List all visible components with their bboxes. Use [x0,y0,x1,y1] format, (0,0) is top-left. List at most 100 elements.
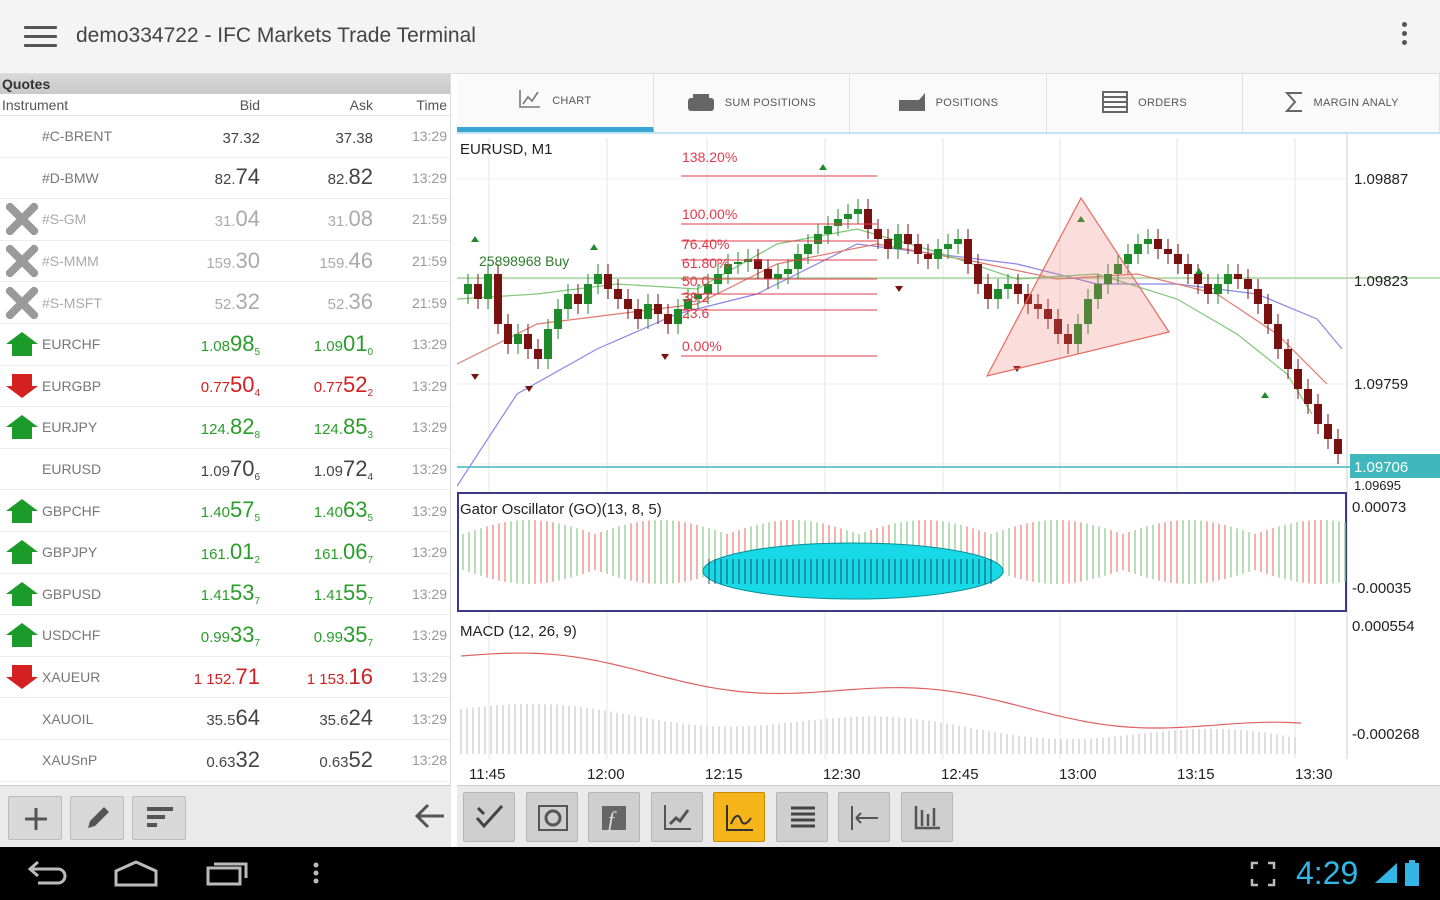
quote-row[interactable]: EURGBP 0.77504 0.77522 13:29 [0,366,450,408]
tab-orders[interactable]: ORDERS [1047,74,1244,132]
fractal-down-arrow [661,354,669,360]
tab-positions[interactable]: POSITIONS [850,74,1047,132]
chart-symbol-label: EURUSD, M1 [460,141,553,158]
zoom-button[interactable] [525,792,578,842]
function-button[interactable]: f [588,792,640,842]
candle-body [1284,349,1292,369]
bid-price: 159.30 [206,247,260,273]
bid-price: 0.77504 [200,372,260,400]
instrument-name: #S-MMM [42,253,99,270]
tab-chart[interactable]: CHART [457,74,654,132]
overflow-icon[interactable] [312,859,320,892]
candle-body [814,234,822,244]
quote-row[interactable]: GBPJPY 161.012 161.067 13:29 [0,532,450,574]
recent-apps-icon[interactable] [205,859,249,892]
quote-row[interactable]: #S-MSFT 52.32 52.36 21:59 [0,282,450,324]
add-button[interactable] [8,796,62,840]
candle-body [474,284,482,299]
candle-body [784,269,792,274]
time-axis-label: 12:00 [587,766,625,783]
candle-body [1304,389,1312,404]
quote-row[interactable]: #S-MMM 159.30 159.46 21:59 [0,241,450,283]
ask-price: 0.6352 [319,746,373,772]
bid-price: 82.74 [214,164,260,190]
candle-body [1174,254,1182,264]
tab-label: MARGIN ANALY [1313,97,1399,109]
candle-body [1184,264,1192,274]
candle-body [854,209,862,214]
time-axis-label: 13:00 [1059,766,1097,783]
quote-row[interactable]: #D-BMW 82.74 82.82 13:29 [0,158,450,200]
bar-chart-button[interactable] [900,792,953,842]
quote-row[interactable]: EURCHF 1.08985 1.09010 13:29 [0,324,450,366]
candle-body [554,309,562,329]
sort-button[interactable] [132,796,186,840]
menu-icon[interactable] [24,26,57,48]
tab-label: ORDERS [1138,97,1188,109]
quote-time: 21:59 [411,253,447,270]
bid-price: 0.6332 [206,746,260,772]
candle-body [1204,284,1212,294]
scale-fit-icon [851,806,878,830]
price-chart[interactable]: 138.20% 100.00% 76.40% 61.80% 50.038.223.6 0.… [456,134,1440,785]
quote-time: 13:29 [411,585,447,602]
overflow-menu-icon[interactable] [1394,22,1414,52]
quote-row[interactable]: GBPUSD 1.41537 1.41557 13:29 [0,574,450,616]
candle-body [974,264,982,284]
list-button[interactable] [775,792,828,842]
time-axis-label: 12:45 [941,766,979,783]
candle-body [964,239,972,264]
candle-body [584,284,592,304]
instrument-name: #D-BMW [42,169,99,186]
chart-area[interactable]: 138.20% 100.00% 76.40% 61.80% 50.0 38.2 23.6 0.… [456,134,1440,785]
tab-margin-analy[interactable]: MARGIN ANALY [1243,74,1440,132]
quote-row[interactable]: XAUEUR 1 152.71 1 153.16 13:29 [0,657,450,699]
quote-row[interactable]: EURUSD 1.09706 1.09724 13:29 [0,449,450,491]
candle-body [1144,239,1152,244]
candle-body [1234,274,1242,279]
quote-row[interactable]: GBPCHF 1.40575 1.40635 13:29 [0,490,450,532]
quotes-toolbar [0,785,451,847]
quote-row[interactable]: XAUOIL 35.564 35.624 13:29 [0,698,450,740]
chart-type-button[interactable] [713,792,765,842]
candle-body [664,314,672,324]
crosshair-check-button[interactable] [463,792,515,842]
fib-label: 100.00% [682,206,737,222]
home-icon[interactable] [113,859,159,892]
candle-body [634,309,642,319]
candle-body [804,244,812,254]
edit-button[interactable] [70,796,124,840]
quote-time: 13:29 [411,419,447,436]
system-nav-bar: 4:29 [0,847,1440,900]
arrow-up-icon [6,623,38,648]
positions-icon [898,92,936,115]
plus-icon [25,808,47,830]
quote-row[interactable]: XAUSnP 0.6332 0.6352 13:28 [0,740,450,782]
tab-sum-positions[interactable]: SUM POSITIONS [654,74,851,132]
candle-body [1124,254,1132,264]
quote-row[interactable]: USDCHF 0.99337 0.99357 13:29 [0,615,450,657]
quotes-title: Quotes [0,74,450,94]
sort-icon [147,807,173,827]
back-arrow-icon[interactable] [414,802,446,835]
bid-price: 124.828 [200,413,260,441]
candle-body [904,234,912,244]
quote-time: 13:28 [411,752,447,769]
candle-body [484,274,492,299]
time-axis-label: 11:45 [469,766,505,783]
quote-time: 13:29 [411,544,447,561]
instrument-name: XAUSnP [42,752,98,769]
quote-row[interactable]: #S-GM 31.04 31.08 21:59 [0,199,450,241]
arrow-up-icon [6,540,38,565]
quote-row[interactable]: #C-BRENT 37.32 37.38 13:29 [0,116,450,158]
candle-body [1014,284,1022,294]
fib-label: 76.40% [682,236,729,252]
scale-fit-button[interactable] [838,792,890,842]
candle-body [1264,304,1272,324]
quote-row[interactable]: EURJPY 124.828 124.853 13:29 [0,407,450,449]
arrow-up-icon [6,415,38,440]
back-icon[interactable] [24,859,68,892]
candle-body [994,289,1002,299]
candle-body [874,229,882,239]
chart-edit-button[interactable] [650,792,703,842]
